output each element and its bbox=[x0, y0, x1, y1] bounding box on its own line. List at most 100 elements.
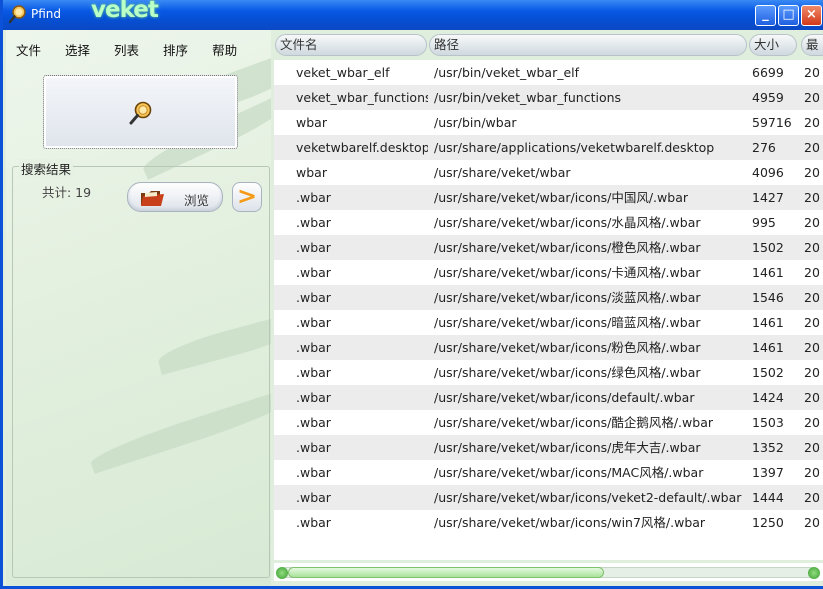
cell-filename: .wbar bbox=[296, 490, 331, 505]
browse-button[interactable]: 浏览 bbox=[127, 182, 223, 212]
cell-path: /usr/share/veket/wbar/icons/暗蓝风格/.wbar bbox=[434, 315, 701, 330]
cell-filename: .wbar bbox=[296, 515, 331, 530]
cell-filename: .wbar bbox=[296, 390, 331, 405]
title-bar[interactable]: Pfind veket _ □ × bbox=[3, 0, 823, 30]
results-pane: 文件名 路径 大小 最 veket_wbar_elf/usr/bin/veket… bbox=[271, 30, 823, 586]
cell-size: 6699 bbox=[752, 65, 784, 80]
table-row[interactable]: wbar/usr/share/veket/wbar 4096 20 bbox=[274, 160, 823, 185]
cell-filename: veket_wbar_elf bbox=[296, 65, 390, 80]
cell-path: /usr/share/veket/wbar/icons/veket2-defau… bbox=[434, 490, 742, 505]
table-row[interactable]: .wbar/usr/share/veket/wbar/icons/中国风/.wb… bbox=[274, 185, 823, 210]
cell-filename: veketwbarelf.desktop bbox=[296, 140, 428, 155]
cell-path: /usr/bin/wbar bbox=[434, 115, 517, 130]
menu-select[interactable]: 选择 bbox=[65, 40, 90, 60]
cell-path: /usr/share/veket/wbar/icons/绿色风格/.wbar bbox=[434, 365, 701, 380]
close-icon: × bbox=[806, 7, 817, 22]
cell-size: 4959 bbox=[752, 90, 784, 105]
column-header-size[interactable]: 大小 bbox=[749, 34, 797, 56]
cell-path: /usr/share/veket/wbar/icons/中国风/.wbar bbox=[434, 190, 688, 205]
search-button[interactable] bbox=[43, 75, 238, 149]
cell-size: 276 bbox=[752, 140, 776, 155]
cell-modified: 20 bbox=[804, 340, 820, 355]
table-row[interactable]: .wbar/usr/share/veket/wbar/icons/MAC风格/.… bbox=[274, 460, 823, 485]
cell-path: /usr/share/applications/veketwbarelf.des… bbox=[434, 140, 715, 155]
table-row[interactable]: .wbar/usr/share/veket/wbar/icons/粉色风格/.w… bbox=[274, 335, 823, 360]
cell-filename: .wbar bbox=[296, 440, 331, 455]
table-row[interactable]: wbar/usr/bin/wbar 59716 20 bbox=[274, 110, 823, 135]
cell-size: 1502 bbox=[752, 240, 784, 255]
cell-modified: 20 bbox=[804, 265, 820, 280]
cell-modified: 20 bbox=[804, 290, 820, 305]
cell-path: /usr/share/veket/wbar/icons/win7风格/.wbar bbox=[434, 515, 706, 530]
table-row[interactable]: .wbar/usr/share/veket/wbar/icons/水晶风格/.w… bbox=[274, 210, 823, 235]
table-row[interactable]: .wbar/usr/share/veket/wbar/icons/veket2-… bbox=[274, 485, 823, 510]
maximize-icon: □ bbox=[782, 7, 795, 22]
scrollbar-thumb[interactable] bbox=[288, 567, 604, 578]
cell-path: /usr/share/veket/wbar/icons/default/.wba… bbox=[434, 390, 695, 405]
next-button[interactable]: > bbox=[232, 182, 262, 212]
column-header-filename[interactable]: 文件名 bbox=[275, 34, 427, 56]
cell-modified: 20 bbox=[804, 115, 820, 130]
app-window: Pfind veket _ □ × 文件 选择 列表 排序 帮助 搜索结果 共计… bbox=[0, 0, 823, 589]
table-row[interactable]: .wbar/usr/share/veket/wbar/icons/淡蓝风格/.w… bbox=[274, 285, 823, 310]
cell-modified: 20 bbox=[804, 390, 820, 405]
cell-filename: wbar bbox=[296, 165, 327, 180]
cell-path: /usr/share/veket/wbar/icons/粉色风格/.wbar bbox=[434, 340, 701, 355]
cell-modified: 20 bbox=[804, 490, 820, 505]
menu-sort[interactable]: 排序 bbox=[163, 40, 188, 60]
table-row[interactable]: .wbar/usr/share/veket/wbar/icons/酷企鹅风格/.… bbox=[274, 410, 823, 435]
table-row[interactable]: .wbar/usr/share/veket/wbar/icons/橙色风格/.w… bbox=[274, 235, 823, 260]
table-row[interactable]: .wbar/usr/share/veket/wbar/icons/卡通风格/.w… bbox=[274, 260, 823, 285]
cell-size: 995 bbox=[752, 215, 776, 230]
cell-path: /usr/share/veket/wbar/icons/橙色风格/.wbar bbox=[434, 240, 701, 255]
table-row[interactable]: veketwbarelf.desktop/usr/share/applicati… bbox=[274, 135, 823, 160]
table-row[interactable]: veket_wbar_elf/usr/bin/veket_wbar_elf 669… bbox=[274, 60, 823, 85]
cell-filename: .wbar bbox=[296, 240, 331, 255]
cell-modified: 20 bbox=[804, 365, 820, 380]
cell-path: /usr/share/veket/wbar/icons/虎年大吉/.wbar bbox=[434, 440, 701, 455]
cell-modified: 20 bbox=[804, 465, 820, 480]
cell-filename: .wbar bbox=[296, 215, 331, 230]
cell-size: 4096 bbox=[752, 165, 784, 180]
table-row[interactable]: .wbar/usr/share/veket/wbar/icons/default… bbox=[274, 385, 823, 410]
column-header-modified[interactable]: 最 bbox=[801, 34, 823, 56]
group-title: 搜索结果 bbox=[19, 159, 74, 178]
cell-path: /usr/bin/veket_wbar_elf bbox=[434, 65, 580, 80]
table-row[interactable]: .wbar/usr/share/veket/wbar/icons/绿色风格/.w… bbox=[274, 360, 823, 385]
cell-size: 1461 bbox=[752, 265, 784, 280]
cell-modified: 20 bbox=[804, 440, 820, 455]
cell-path: /usr/share/veket/wbar/icons/淡蓝风格/.wbar bbox=[434, 290, 701, 305]
cell-filename: .wbar bbox=[296, 415, 331, 430]
table-row[interactable]: .wbar/usr/share/veket/wbar/icons/win7风格/… bbox=[274, 510, 823, 535]
cell-modified: 20 bbox=[804, 515, 820, 530]
minimize-icon: _ bbox=[762, 7, 769, 22]
close-button[interactable]: × bbox=[801, 5, 822, 26]
scroll-left-arrow[interactable] bbox=[276, 567, 288, 579]
cell-size: 1503 bbox=[752, 415, 784, 430]
cell-path: /usr/share/veket/wbar/icons/酷企鹅风格/.wbar bbox=[434, 415, 713, 430]
magnifier-icon bbox=[8, 5, 26, 24]
minimize-button[interactable]: _ bbox=[755, 5, 776, 26]
table-row[interactable]: veket_wbar_functions/usr/bin/veket_wbar_… bbox=[274, 85, 823, 110]
cell-modified: 20 bbox=[804, 215, 820, 230]
scroll-right-arrow[interactable] bbox=[808, 567, 820, 579]
horizontal-scrollbar[interactable] bbox=[274, 563, 823, 581]
menu-bar: 文件 选择 列表 排序 帮助 bbox=[16, 40, 261, 60]
cell-path: /usr/share/veket/wbar/icons/水晶风格/.wbar bbox=[434, 215, 701, 230]
table-row[interactable]: .wbar/usr/share/veket/wbar/icons/暗蓝风格/.w… bbox=[274, 310, 823, 335]
cell-path: /usr/share/veket/wbar bbox=[434, 165, 571, 180]
cell-size: 1397 bbox=[752, 465, 784, 480]
cell-path: /usr/share/veket/wbar/icons/卡通风格/.wbar bbox=[434, 265, 701, 280]
table-row[interactable]: .wbar/usr/share/veket/wbar/icons/虎年大吉/.w… bbox=[274, 435, 823, 460]
folder-icon bbox=[141, 191, 164, 206]
menu-list[interactable]: 列表 bbox=[114, 40, 139, 60]
cell-size: 1502 bbox=[752, 365, 784, 380]
browse-label: 浏览 bbox=[184, 193, 210, 208]
column-header-path[interactable]: 路径 bbox=[429, 34, 747, 56]
menu-help[interactable]: 帮助 bbox=[212, 40, 237, 60]
menu-file[interactable]: 文件 bbox=[16, 40, 41, 60]
maximize-button[interactable]: □ bbox=[778, 5, 799, 26]
cell-filename: .wbar bbox=[296, 465, 331, 480]
cell-size: 1250 bbox=[752, 515, 784, 530]
chevron-right-icon: > bbox=[236, 182, 258, 210]
